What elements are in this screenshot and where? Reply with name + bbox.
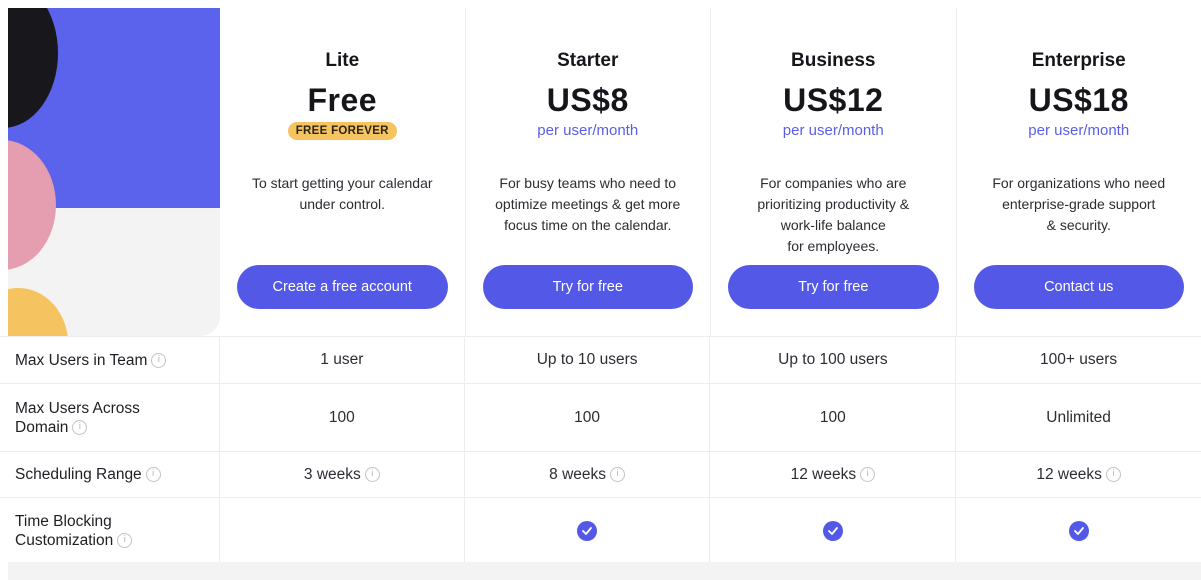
plan-description: To start getting your calendar under con… xyxy=(251,175,433,212)
plan-description: For busy teams who need to optimize meet… xyxy=(495,175,681,233)
create-free-account-button[interactable]: Create a free account xyxy=(237,265,448,309)
feature-row-max-users-domain: Max Users Across Domain i 100 100 100 Unl… xyxy=(0,383,1201,451)
feature-value: Unlimited xyxy=(955,384,1201,451)
plan-enterprise: Enterprise US$18 per user/month For orga… xyxy=(955,8,1201,336)
check-icon xyxy=(822,521,843,541)
feature-value-text: 12 weeks xyxy=(1036,465,1102,483)
plan-description: For organizations who need enterprise-gr… xyxy=(992,175,1166,233)
feature-value: 100+ users xyxy=(955,337,1201,383)
free-forever-badge: FREE FOREVER xyxy=(287,122,397,140)
feature-label-text: Max Users in Team xyxy=(15,351,148,369)
pricing-plans: Lite Free FREE FOREVER To start getting … xyxy=(220,8,1201,336)
check-icon xyxy=(577,521,598,541)
feature-value: 1 user xyxy=(218,337,464,383)
plan-name: Enterprise xyxy=(1031,50,1126,71)
try-for-free-button[interactable]: Try for free xyxy=(728,265,939,309)
feature-value xyxy=(955,498,1201,564)
feature-label: Time Blocking Customization i xyxy=(0,498,219,564)
feature-value: 8 weeks i xyxy=(463,452,710,497)
feature-label-text: Scheduling Range xyxy=(15,466,142,483)
feature-value-text: 3 weeks xyxy=(303,465,361,483)
plan-name: Business xyxy=(791,50,876,71)
feature-value: Up to 10 users xyxy=(463,337,710,383)
feature-row-scheduling-range: Scheduling Range i 3 weeks i 8 weeks i 12 w… xyxy=(0,451,1201,497)
feature-value: 100 xyxy=(463,384,710,451)
feature-label: Max Users Across Domain i xyxy=(0,384,219,451)
plan-starter: Starter US$8 per user/month For busy tea… xyxy=(464,8,711,336)
feature-value: 100 xyxy=(218,384,464,451)
try-for-free-button[interactable]: Try for free xyxy=(482,265,693,309)
info-icon[interactable]: i xyxy=(117,533,133,549)
info-icon[interactable]: i xyxy=(145,467,161,483)
plan-description: For companies who are prioritizing produ… xyxy=(757,175,910,254)
plan-period: per user/month xyxy=(537,122,639,139)
feature-row-time-blocking: Time Blocking Customization i xyxy=(0,497,1201,564)
feature-label-text: Time Blocking Customization xyxy=(15,513,114,549)
feature-value: 100 xyxy=(709,384,955,451)
feature-value-text: 12 weeks xyxy=(790,465,857,483)
feature-value-empty xyxy=(218,498,464,564)
feature-comparison-table: Max Users in Team i 1 user Up to 10 users… xyxy=(0,336,1201,564)
info-icon[interactable]: i xyxy=(72,419,88,435)
info-icon[interactable]: i xyxy=(1105,467,1121,482)
hero-decoration xyxy=(8,8,220,336)
feature-value: 3 weeks i xyxy=(218,452,464,497)
plan-name: Lite xyxy=(325,50,360,71)
contact-us-button[interactable]: Contact us xyxy=(973,265,1184,309)
check-icon xyxy=(1068,521,1089,541)
info-icon[interactable]: i xyxy=(151,352,167,368)
plan-business: Business US$12 per user/month For compan… xyxy=(710,8,956,336)
feature-label: Scheduling Range i xyxy=(0,452,219,497)
footer-band xyxy=(8,562,1201,580)
feature-value: 12 weeks i xyxy=(955,452,1201,497)
plan-lite: Lite Free FREE FOREVER To start getting … xyxy=(220,8,465,336)
feature-row-max-users-team: Max Users in Team i 1 user Up to 10 users… xyxy=(0,336,1201,383)
info-icon[interactable]: i xyxy=(860,467,876,482)
feature-value xyxy=(463,498,710,564)
feature-value: 12 weeks i xyxy=(709,452,955,497)
info-icon[interactable]: i xyxy=(364,467,380,482)
plan-name: Starter xyxy=(557,50,619,71)
feature-value-text: 8 weeks xyxy=(549,465,607,483)
plan-period: per user/month xyxy=(782,122,884,139)
info-icon[interactable]: i xyxy=(610,467,626,482)
plan-period: per user/month xyxy=(1028,122,1130,139)
feature-label: Max Users in Team i xyxy=(0,337,219,383)
plan-price: Free xyxy=(307,82,378,118)
plan-price: US$12 xyxy=(783,82,884,118)
plan-price: US$18 xyxy=(1028,82,1129,118)
feature-value xyxy=(709,498,955,564)
plan-price: US$8 xyxy=(546,82,629,118)
feature-value: Up to 100 users xyxy=(709,337,955,383)
